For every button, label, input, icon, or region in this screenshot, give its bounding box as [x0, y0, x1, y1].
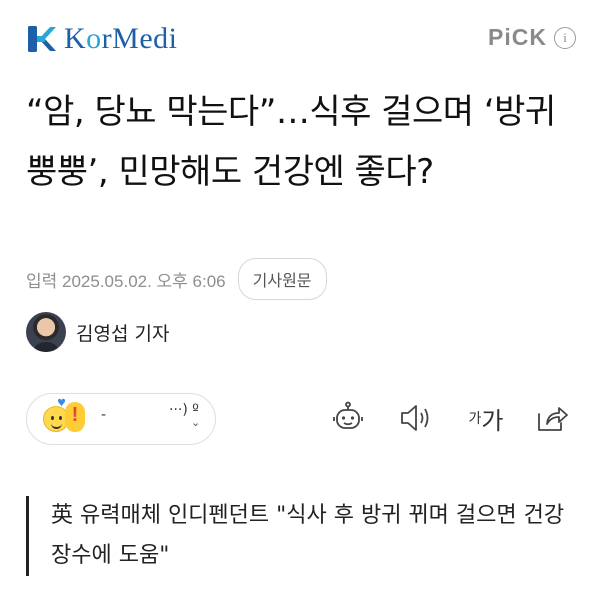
input-label: 입력 [26, 271, 58, 291]
share-button[interactable] [532, 398, 572, 438]
font-size-small: 가 [468, 411, 482, 427]
logo-o: o [86, 22, 102, 55]
author-info[interactable]: 김영섭 기자 [26, 312, 169, 352]
logo-rest: rMedi [101, 22, 178, 55]
kormedi-logo[interactable]: KorMedi [26, 22, 178, 56]
logo-wordmark: KorMedi [64, 22, 178, 56]
share-icon [538, 407, 568, 431]
robot-icon [333, 401, 363, 429]
pick-badge[interactable]: PiCK i [488, 24, 576, 51]
author-name[interactable]: 김영섭 기자 [76, 319, 169, 346]
info-icon[interactable]: i [554, 26, 576, 49]
surprise-emoji-icon [65, 402, 85, 432]
reaction-button[interactable]: ♥ - ···) º ⌄ [26, 393, 216, 445]
audio-button[interactable] [396, 398, 436, 438]
font-size-big: 가 [481, 406, 504, 435]
article-headline: “암, 당뇨 막는다”…식후 걸으며 ‘방귀 뿡뿡’, 민망해도 건강엔 좋다? [26, 92, 556, 192]
chevron-down-icon: ⌄ [191, 416, 201, 429]
article-toolbar: 가가 [328, 398, 572, 438]
input-date-value: 2025.05.02. 오후 6:06 [62, 271, 226, 291]
top-header: KorMedi PiCK i [0, 0, 600, 80]
input-date: 입력 2025.05.02. 오후 6:06 [26, 267, 226, 292]
subheading-text: 英 유력매체 인디펜던트 "식사 후 방귀 뀌며 걸으면 건강장수에 도움" [51, 503, 565, 568]
reaction-count: - [101, 407, 107, 423]
pick-label: PiCK [488, 24, 547, 50]
kormedi-cross-icon [26, 23, 58, 55]
font-size-button[interactable]: 가가 [464, 398, 508, 438]
speaker-icon [401, 405, 429, 431]
original-article-button[interactable]: 기사원문 [237, 258, 327, 300]
ai-summary-button[interactable] [328, 398, 368, 438]
article-meta: 입력 2025.05.02. 오후 6:06 기사원문 [26, 258, 327, 300]
article-subheading: 英 유력매체 인디펜던트 "식사 후 방귀 뀌며 걸으면 건강장수에 도움" [26, 496, 582, 576]
avatar[interactable] [26, 312, 66, 352]
logo-k: K [64, 22, 87, 55]
